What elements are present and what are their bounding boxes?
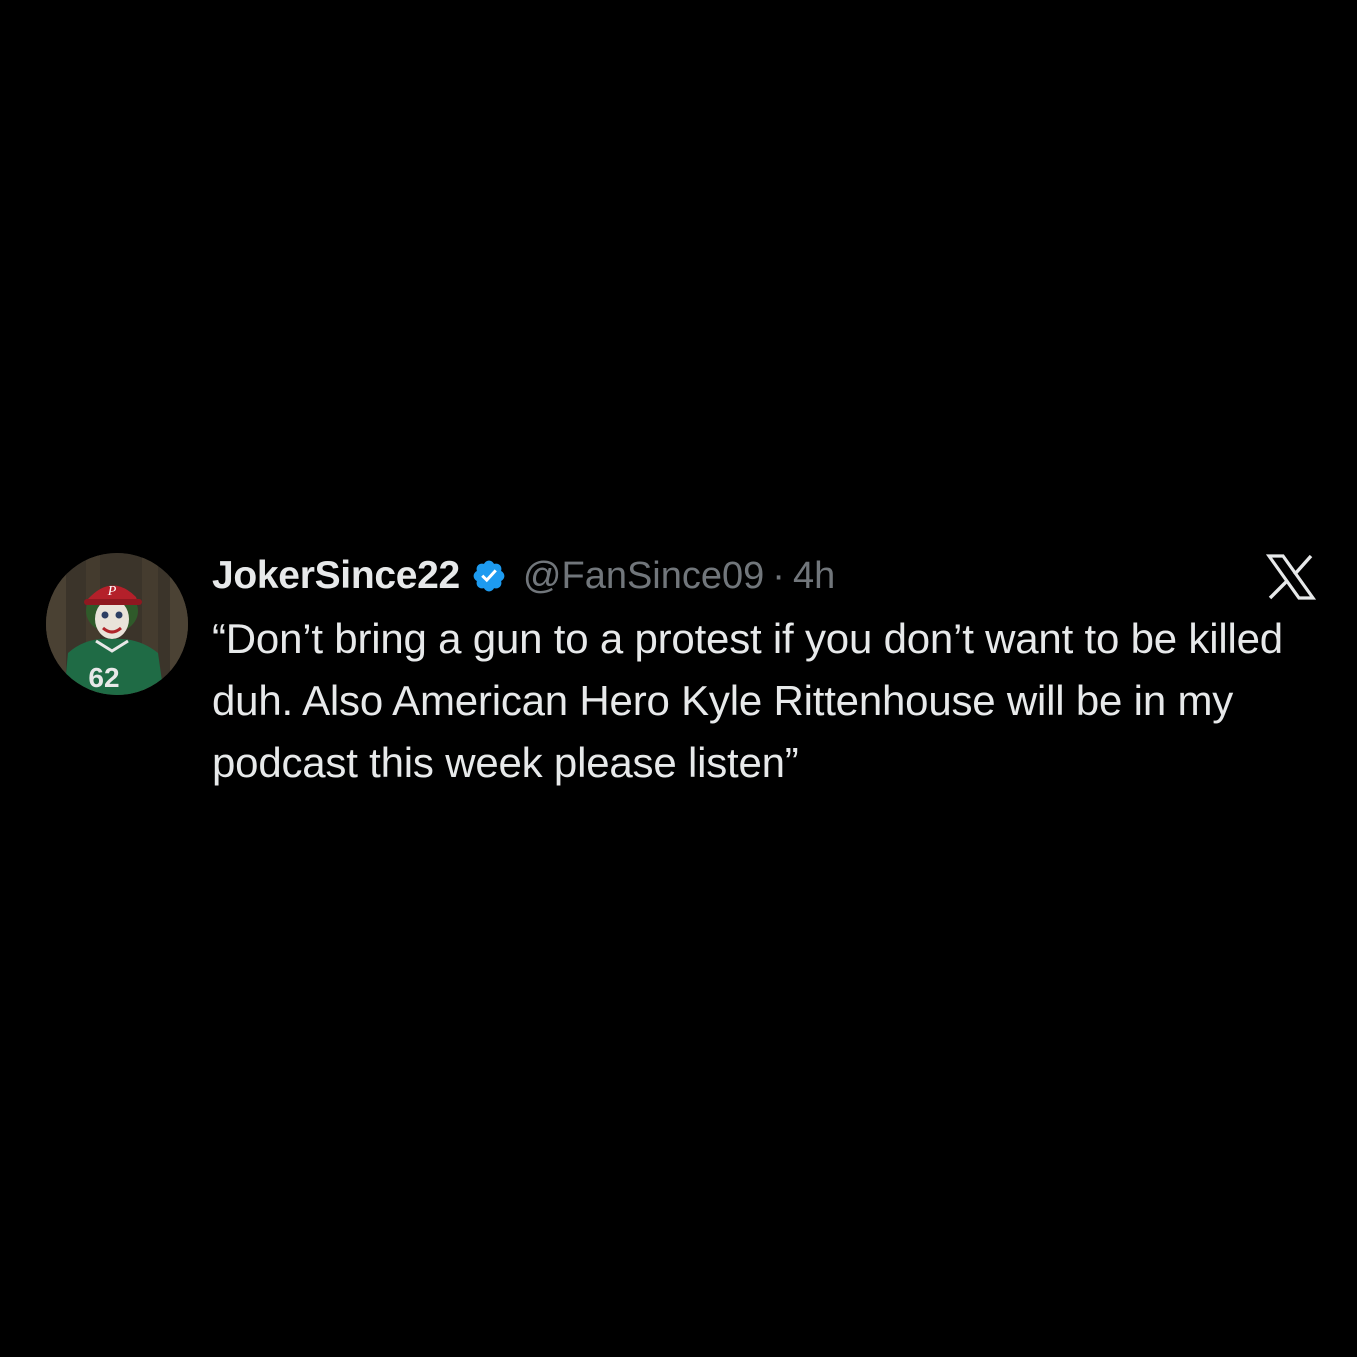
avatar-jersey-number: 62 [88, 662, 119, 693]
timestamp[interactable]: 4h [793, 555, 835, 598]
avatar-cap-letter: P [107, 584, 117, 599]
tweet-content: JokerSince22 @FanSince09 · 4h “Don’t bri… [212, 550, 1317, 794]
tweet-text: “Don’t bring a gun to a protest if you d… [212, 615, 1283, 786]
display-name[interactable]: JokerSince22 [212, 554, 460, 598]
user-handle[interactable]: @FanSince09 [523, 555, 764, 598]
verified-badge-icon [471, 558, 507, 594]
avatar[interactable]: P 62 [46, 553, 188, 695]
separator-dot: · [772, 554, 785, 597]
tweet-header: JokerSince22 @FanSince09 · 4h [212, 550, 1317, 602]
x-logo-icon [1265, 554, 1317, 600]
